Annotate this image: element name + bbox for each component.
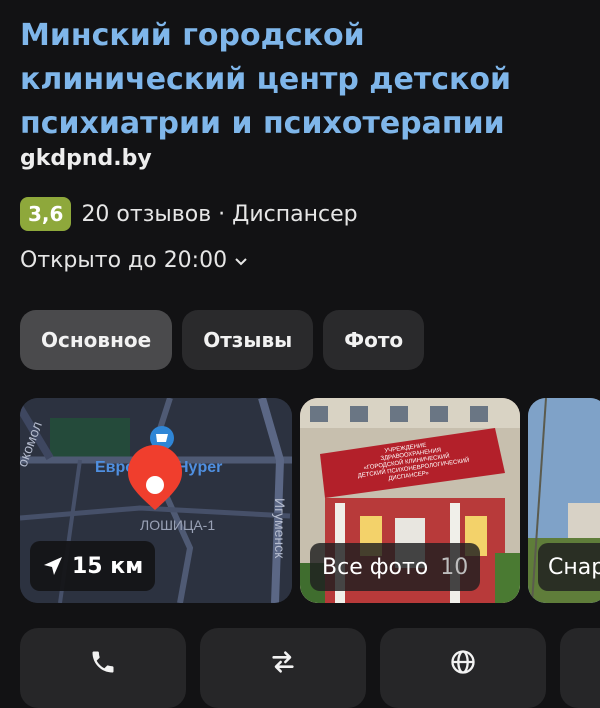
tab-bar: Основное Отзывы Фото bbox=[20, 310, 425, 370]
media-carousel: Евро Hyper ЛОШИЦА-1 Игуменск окомол 15 к… bbox=[20, 398, 600, 603]
rating-row[interactable]: 3,6 20 отзывов · Диспансер bbox=[20, 197, 358, 231]
hours-toggle[interactable]: Открыто до 20:00 bbox=[20, 248, 249, 273]
phone-icon bbox=[92, 651, 114, 673]
tab-photos[interactable]: Фото bbox=[323, 310, 425, 370]
call-button[interactable] bbox=[20, 628, 186, 708]
photo-card[interactable]: УЧРЕЖДЕНИЕ ЗДРАВООХРАНЕНИЯ «ГОРОДСКОЙ КЛ… bbox=[300, 398, 520, 603]
distance-chip[interactable]: 15 км bbox=[30, 541, 156, 591]
navigation-arrow-icon bbox=[44, 557, 62, 575]
exterior-photo-label: Снар bbox=[548, 554, 600, 580]
map-label-district: ЛОШИЦА-1 bbox=[140, 517, 215, 533]
website-button[interactable] bbox=[380, 628, 546, 708]
photo-count: 10 bbox=[440, 554, 469, 580]
tab-main[interactable]: Основное bbox=[20, 310, 173, 370]
distance-text: 15 км bbox=[72, 553, 144, 579]
website-link[interactable]: gkdpnd.by bbox=[20, 146, 152, 171]
route-icon bbox=[272, 651, 294, 673]
reviews-category: 20 отзывов · Диспансер bbox=[81, 201, 358, 227]
globe-icon bbox=[451, 650, 475, 674]
all-photos-chip[interactable]: Все фото 10 bbox=[310, 543, 481, 591]
map-label-street: Игуменск bbox=[272, 498, 288, 559]
exterior-photo-chip: Снар bbox=[538, 543, 600, 591]
exterior-photo-card[interactable]: Снар bbox=[528, 398, 600, 603]
more-button[interactable] bbox=[560, 628, 600, 708]
route-button[interactable] bbox=[200, 628, 366, 708]
chevron-down-icon bbox=[235, 257, 247, 265]
map-label-store2: Hyper bbox=[177, 459, 222, 476]
all-photos-label: Все фото bbox=[322, 554, 429, 580]
action-bar bbox=[20, 628, 600, 708]
map-card[interactable]: Евро Hyper ЛОШИЦА-1 Игуменск окомол 15 к… bbox=[20, 398, 292, 603]
rating-badge: 3,6 bbox=[20, 197, 72, 231]
hours-text: Открыто до 20:00 bbox=[20, 248, 228, 273]
place-title: Минский городской клинический центр детс… bbox=[20, 18, 512, 141]
tab-reviews[interactable]: Отзывы bbox=[182, 310, 314, 370]
